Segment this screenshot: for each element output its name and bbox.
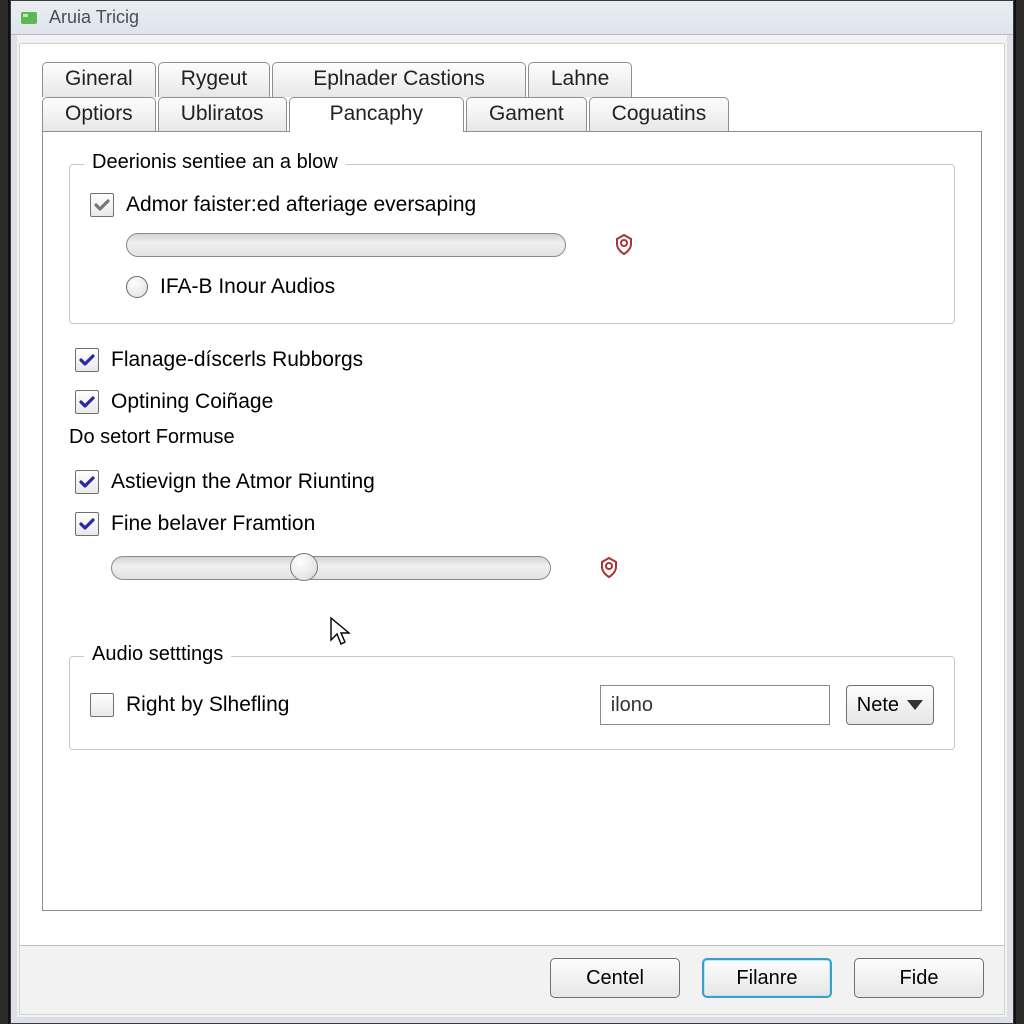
checkbox-flanage[interactable] [75,348,99,372]
dialog-window: Aruia Tricig Gineral Rygeut Eplnader Cas… [10,0,1014,1024]
tabpage-pancaphy: Deerionis sentiee an a blow Admor faiste… [42,131,982,911]
tabrow-2: Optiors Ubliratos Pancaphy Gament Coguat… [42,97,982,132]
slider-fine-thumb[interactable] [290,553,318,581]
row-ifab: IFA-B Inour Audios [126,275,934,299]
cancel-button[interactable]: Centel [550,958,680,998]
titlebar: Aruia Tricig [11,1,1013,35]
checkbox-admor[interactable] [90,193,114,217]
tab-eplnader[interactable]: Eplnader Castions [272,62,526,97]
apply-button[interactable]: Fide [854,958,984,998]
label-right-slhefling: Right by Slhefling [126,693,289,717]
tab-ubliratos[interactable]: Ubliratos [158,97,287,132]
slider-admor[interactable] [126,233,566,257]
chevron-down-icon [907,700,923,710]
group-formuse-legend: Do setort Formuse [69,426,243,449]
group-audio: Audio setttings Right by Slhefling Nete [69,656,955,750]
tabstrip: Gineral Rygeut Eplnader Castions Lahne O… [42,62,982,132]
row-fine: Fine belaver Framtion [75,512,949,536]
audio-text-input[interactable] [600,685,830,725]
label-ifab: IFA-B Inour Audios [160,275,335,299]
tab-rygeut[interactable]: Rygeut [158,62,271,97]
row-admor: Admor faister:ed afteriage eversaping [90,193,934,217]
app-icon [19,8,39,28]
tab-gament[interactable]: Gament [466,97,587,132]
label-optining: Optining Coiñage [111,390,273,414]
cursor-icon [329,616,351,646]
tab-optiors[interactable]: Optiors [42,97,156,132]
checkbox-optining[interactable] [75,390,99,414]
row-optining: Optining Coiñage [75,390,955,414]
checkbox-astievign[interactable] [75,470,99,494]
tab-gineral[interactable]: Gineral [42,62,156,97]
ok-button[interactable]: Filanre [702,958,832,998]
checkbox-right-slhefling[interactable] [90,693,114,717]
row-slider-1 [126,231,934,259]
group-audio-legend: Audio setttings [84,643,231,666]
label-astievign: Astievign the Atmor Riunting [111,470,375,494]
group-deerionis-legend: Deerionis sentiee an a blow [84,151,346,174]
label-flanage: Flanage-díscerls Rubborgs [111,348,363,372]
tabrow-1: Gineral Rygeut Eplnader Castions Lahne [42,62,982,97]
label-admor: Admor faister:ed afteriage eversaping [126,193,476,217]
audio-dropdown[interactable]: Nete [846,685,934,725]
row-audio: Right by Slhefling Nete [90,685,934,725]
window-title: Aruia Tricig [49,7,139,28]
tab-lahne[interactable]: Lahne [528,62,632,97]
group-formuse: Do setort Formuse Astievign the Atmor Ri… [69,440,955,606]
dialog-footer: Centel Filanre Fide [20,945,1004,1015]
row-astievign: Astievign the Atmor Riunting [75,470,949,494]
tab-coguatins[interactable]: Coguatins [589,97,730,132]
help-icon-2[interactable] [595,554,623,582]
help-icon-1[interactable] [610,231,638,259]
checkbox-fine[interactable] [75,512,99,536]
row-flanage: Flanage-díscerls Rubborgs [75,348,955,372]
group-deerionis: Deerionis sentiee an a blow Admor faiste… [69,164,955,324]
content-area: Gineral Rygeut Eplnader Castions Lahne O… [19,43,1005,1015]
radio-ifab[interactable] [126,276,148,298]
row-slider-2 [111,554,949,582]
label-fine: Fine belaver Framtion [111,512,315,536]
slider-fine[interactable] [111,556,551,580]
audio-dropdown-label: Nete [857,694,899,717]
tab-pancaphy[interactable]: Pancaphy [289,97,464,132]
